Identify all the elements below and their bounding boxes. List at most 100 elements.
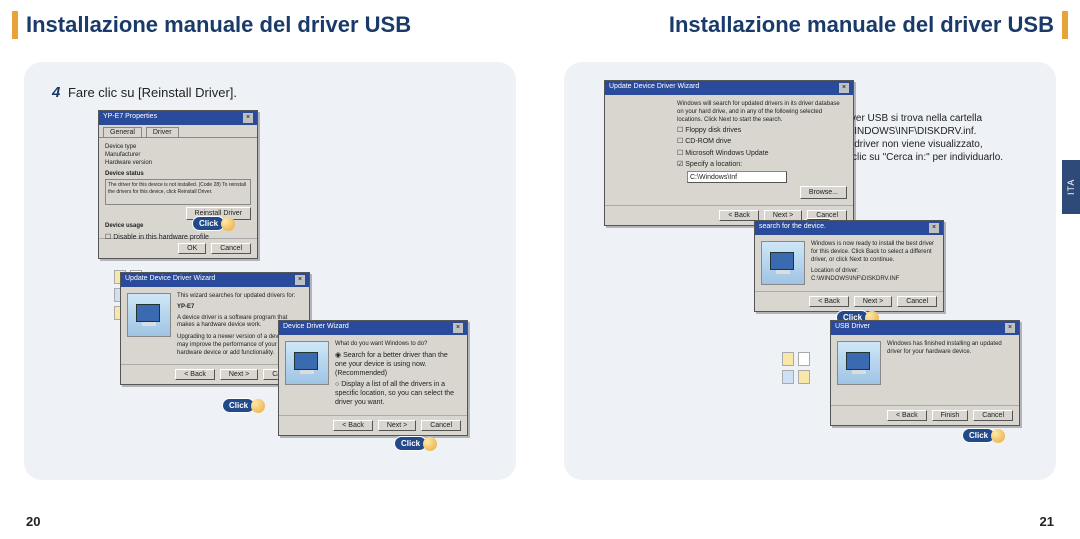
dialog-wizard-finish: USB Driver × Windows has finished instal… (830, 320, 1020, 426)
label: Location of driver: (811, 268, 937, 276)
click-callout: Click (222, 398, 255, 413)
close-icon[interactable]: × (295, 275, 305, 285)
page-title: Installazione manuale del driver USB (669, 14, 1054, 36)
dialog-title: Device Driver Wizard (283, 323, 349, 333)
status-text: The driver for this device is not instal… (105, 179, 251, 205)
wizard-icon (285, 341, 329, 385)
dialog-title-fragment: search for the device. (759, 223, 826, 233)
dialog-titlebar: Device Driver Wizard × (279, 321, 467, 335)
note-line: C:\WINDOWS\INF\DISKDRV.inf. (832, 125, 1032, 138)
text: This wizard searches for updated drivers… (177, 293, 303, 301)
dialog-title: YP-E7 Properties (103, 113, 157, 123)
dialog-titlebar: search for the device. × (755, 221, 943, 235)
note-line: fare clic su "Cerca in:" per individuarl… (832, 151, 1032, 164)
page-left: Installazione manuale del driver USB 4 F… (0, 0, 540, 539)
back-button[interactable]: < Back (175, 369, 215, 380)
radio-search[interactable]: Search for a better driver than the one … (335, 351, 461, 378)
title-accent (1062, 11, 1068, 39)
step-text: Fare clic su [Reinstall Driver]. (68, 85, 237, 100)
doc-icon (782, 370, 794, 384)
button-row: < Back Next > Cancel (279, 415, 467, 435)
cancel-button[interactable]: Cancel (421, 420, 461, 431)
note-line: Se il driver non viene visualizzato, (832, 138, 1032, 151)
tab-strip: General Driver (99, 125, 257, 138)
tab-driver[interactable]: Driver (146, 127, 179, 137)
ok-button[interactable]: OK (178, 243, 206, 254)
chk-floppy[interactable]: Floppy disk drives (677, 126, 847, 135)
next-button[interactable]: Next > (854, 296, 892, 307)
finish-button[interactable]: Finish (932, 410, 969, 421)
chk-specify[interactable]: Specify a location: (677, 160, 847, 169)
text: Windows is now ready to install the best… (811, 241, 937, 264)
path-input[interactable]: C:\Windows\Inf (687, 171, 787, 183)
next-button[interactable]: Next > (378, 420, 416, 431)
label: Hardware version (105, 160, 152, 166)
page-number: 21 (1040, 514, 1054, 529)
dialog-title-fragment: USB Driver (835, 323, 870, 333)
close-icon[interactable]: × (1005, 323, 1015, 333)
step-instruction: 4 Fare clic su [Reinstall Driver]. (52, 84, 237, 101)
click-callout: Click (962, 428, 995, 443)
click-callout: Click (192, 216, 225, 231)
dialog-body: What do you want Windows to do? Search f… (279, 335, 467, 415)
dialog-title: Update Device Driver Wizard (125, 275, 215, 285)
close-icon[interactable]: × (839, 83, 849, 93)
back-button[interactable]: < Back (719, 210, 759, 221)
cancel-button[interactable]: Cancel (897, 296, 937, 307)
dialog-title: Update Device Driver Wizard (609, 83, 699, 93)
label: Device status (105, 171, 251, 179)
tab-general[interactable]: General (103, 127, 142, 137)
wizard-icon (837, 341, 881, 385)
page-title: Installazione manuale del driver USB (26, 14, 411, 36)
dialog-wizard-found: search for the device. × Windows is now … (754, 220, 944, 312)
browse-button[interactable]: Browse... (800, 186, 847, 199)
close-icon[interactable]: × (453, 323, 463, 333)
document-spread: Installazione manuale del driver USB 4 F… (0, 0, 1080, 539)
dialog-titlebar: Update Device Driver Wizard × (605, 81, 853, 95)
title-accent (12, 11, 18, 39)
chk-windows-update[interactable]: Microsoft Windows Update (677, 149, 847, 158)
cancel-button[interactable]: Cancel (973, 410, 1013, 421)
dialog-wizard-locate: Update Device Driver Wizard × Windows wi… (604, 80, 854, 226)
label: Device type (105, 144, 136, 150)
dialog-body: Windows will search for updated drivers … (605, 95, 853, 205)
text: What do you want Windows to do? (335, 341, 461, 349)
title-bar-right: Installazione manuale del driver USB (540, 0, 1080, 50)
label: Manufacturer (105, 152, 140, 158)
dialog-properties: YP-E7 Properties × General Driver Device… (98, 110, 258, 259)
title-bar-left: Installazione manuale del driver USB (0, 0, 540, 50)
note-block: Il driver USB si trova nella cartella C:… (832, 112, 1032, 164)
click-callout: Click (394, 436, 427, 451)
back-button[interactable]: < Back (333, 420, 373, 431)
button-row: < Back Next > Cancel (755, 291, 943, 311)
back-button[interactable]: < Back (809, 296, 849, 307)
text: C:\WINDOWS\INF\DISKDRV.INF (811, 276, 937, 284)
next-button[interactable]: Next > (220, 369, 258, 380)
language-tab: ITA (1062, 160, 1080, 214)
back-button[interactable]: < Back (887, 410, 927, 421)
dialog-titlebar: Update Device Driver Wizard × (121, 273, 309, 287)
close-icon[interactable]: × (243, 113, 253, 123)
dialog-body: Windows has finished installing an updat… (831, 335, 1019, 405)
dialog-body: Windows is now ready to install the best… (755, 235, 943, 291)
step-number: 4 (52, 84, 60, 101)
text: Windows has finished installing an updat… (887, 341, 1013, 357)
dialog-wizard-choice: Device Driver Wizard × What do you want … (278, 320, 468, 436)
doc-icon (782, 352, 794, 366)
radio-list[interactable]: Display a list of all the drivers in a s… (335, 380, 461, 407)
content-panel-right: Il driver USB si trova nella cartella C:… (564, 62, 1056, 480)
text: Windows will search for updated drivers … (677, 101, 847, 124)
wizard-icon (761, 241, 805, 285)
text: YP-E7 (177, 304, 303, 312)
dialog-titlebar: YP-E7 Properties × (99, 111, 257, 125)
doc-icon (798, 370, 810, 384)
chk-cdrom[interactable]: CD-ROM drive (677, 137, 847, 146)
cancel-button[interactable]: Cancel (211, 243, 251, 254)
content-panel-left: 4 Fare clic su [Reinstall Driver]. YP-E7… (24, 62, 516, 480)
close-icon[interactable]: × (929, 223, 939, 233)
decorative-icons (782, 352, 822, 384)
doc-icon (798, 352, 810, 366)
dialog-titlebar: USB Driver × (831, 321, 1019, 335)
wizard-icon (127, 293, 171, 337)
note-line: Il driver USB si trova nella cartella (832, 112, 1032, 125)
